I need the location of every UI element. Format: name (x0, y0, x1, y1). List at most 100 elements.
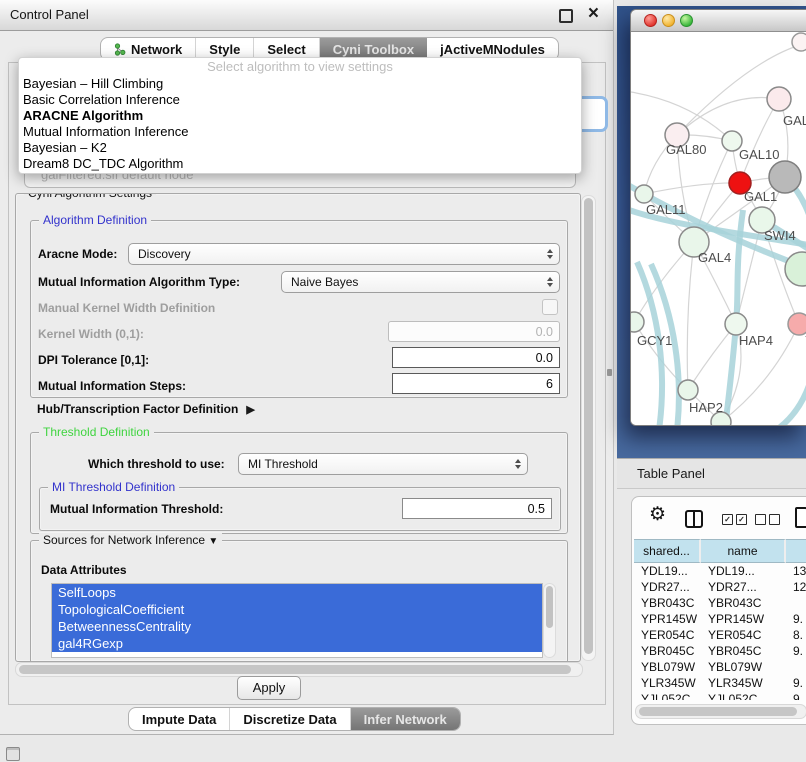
network-node[interactable] (792, 33, 806, 51)
table-row[interactable]: YDL19...YDL19...13 (634, 563, 806, 579)
panel-splitter-handle[interactable] (607, 369, 612, 376)
network-node[interactable] (631, 312, 644, 332)
algorithm-definition-group: Algorithm Definition Aracne Mode: Discov… (30, 220, 568, 398)
scrollbar-thumb[interactable] (19, 665, 571, 674)
aracne-mode-combo[interactable]: Discovery (128, 243, 560, 265)
gear-icon[interactable]: ⚙ (649, 503, 666, 526)
tab-label: Style (209, 42, 240, 57)
table-cell: 9. (786, 611, 806, 627)
manual-kernel-width-checkbox[interactable] (542, 299, 558, 315)
mi-steps-label: Mutual Information Steps: (38, 379, 186, 393)
network-node[interactable] (785, 252, 806, 286)
column-header-a[interactable]: A (786, 539, 806, 563)
unchecked-checkbox-icon[interactable] (755, 514, 766, 525)
tab-impute-data[interactable]: Impute Data (129, 708, 230, 730)
zoom-window-icon[interactable] (680, 14, 693, 27)
tab-label: Select (267, 42, 305, 57)
apply-button[interactable]: Apply (237, 676, 301, 700)
table-row[interactable]: YBR043CYBR043C (634, 595, 806, 611)
attribute-item-gal4rgexp[interactable]: gal4RGexp (52, 635, 542, 652)
table-cell: YBR045C (701, 643, 786, 659)
table-row[interactable]: YPR145WYPR145W9. (634, 611, 806, 627)
table-cell: 13 (786, 563, 806, 579)
sources-group: Sources for Network Inference ▼ Data Att… (30, 540, 568, 662)
algorithm-item-dream8-dc-tdc-algorithm[interactable]: Dream8 DC_TDC Algorithm (19, 156, 581, 172)
aracne-mode-label: Aracne Mode: (38, 247, 117, 261)
popup-placeholder: Select algorithm to view settings (19, 58, 581, 76)
mi-algorithm-type-value: Naive Bayes (291, 275, 358, 289)
attribute-item-topologicalcoefficient[interactable]: TopologicalCoefficient (52, 601, 542, 618)
network-node[interactable] (678, 380, 698, 400)
scrollbar-thumb[interactable] (639, 707, 797, 716)
algorithm-item-bayesian-k2[interactable]: Bayesian – K2 (19, 140, 581, 156)
table-header-row: shared...nameA (634, 539, 806, 563)
table-row[interactable]: YBL079WYBL079W (634, 659, 806, 675)
table-cell: YLR345W (634, 675, 701, 691)
settings-hscrollbar[interactable] (15, 662, 583, 677)
mi-threshold-definition-group: MI Threshold Definition Mutual Informati… (39, 487, 561, 531)
mi-algorithm-type-combo[interactable]: Naive Bayes (281, 271, 560, 293)
table-row[interactable]: YJL052CYJL052C9. (634, 691, 806, 700)
unchecked-checkbox-icon[interactable] (769, 514, 780, 525)
data-attributes-list[interactable]: SelfLoopsTopologicalCoefficientBetweenne… (51, 583, 543, 658)
minimize-window-icon[interactable] (662, 14, 675, 27)
dpi-tolerance-field[interactable]: 0.0 (392, 347, 560, 368)
cyni-bottom-tabs: Impute DataDiscretize DataInfer Network (128, 707, 461, 731)
close-panel-icon[interactable]: × (588, 3, 599, 25)
algorithm-item-mutual-information-inference[interactable]: Mutual Information Inference (19, 124, 581, 140)
algorithm-definition-legend: Algorithm Definition (39, 213, 151, 227)
table-cell: YPR145W (634, 611, 701, 627)
screen: Control Panel × NetworkStyleSelectCyni T… (0, 0, 806, 762)
hub-definition-toggle[interactable]: Hub/Transcription Factor Definition▶ (37, 402, 255, 416)
algorithm-item-basic-correlation-inference[interactable]: Basic Correlation Inference (19, 92, 581, 108)
checked-checkbox-icon[interactable]: ✓ (736, 514, 747, 525)
mi-steps-field[interactable]: 6 (392, 373, 560, 394)
network-canvas[interactable]: GALGAL80GAL10GAL11GAL1SWI4GAL4GCY1HAP4YH… (631, 32, 806, 425)
table-row[interactable]: YLR345WYLR345W9. (634, 675, 806, 691)
checked-checkbox-icon[interactable]: ✓ (722, 514, 733, 525)
algorithm-item-aracne-algorithm[interactable]: ARACNE Algorithm (19, 108, 581, 124)
table-cell: YDL19... (634, 563, 701, 579)
table-row[interactable]: YER054CYER054C8. (634, 627, 806, 643)
mi-threshold-field[interactable]: 0.5 (402, 498, 552, 519)
algorithm-item-bayesian-hill-climbing[interactable]: Bayesian – Hill Climbing (19, 76, 581, 92)
which-threshold-combo[interactable]: MI Threshold (238, 453, 528, 475)
table-panel: ⚙ ✓ ✓ shared...nameA YDL19...YDL19...13Y… (631, 496, 806, 725)
scrollbar-thumb[interactable] (584, 198, 593, 654)
network-node[interactable] (635, 185, 653, 203)
minimized-panel-icon[interactable] (6, 747, 20, 761)
columns-icon[interactable] (685, 510, 703, 528)
node-label-gcy1: GCY1 (637, 333, 672, 348)
node-label-hap4: HAP4 (739, 333, 773, 348)
table-cell: 9. (786, 643, 806, 659)
table-cell: 12 (786, 579, 806, 595)
attribute-item-betweennesscentrality[interactable]: BetweennessCentrality (52, 618, 542, 635)
table-cell: YBR043C (701, 595, 786, 611)
table-hscrollbar[interactable] (635, 704, 806, 719)
network-desktop: GALGAL80GAL10GAL11GAL1SWI4GAL4GCY1HAP4YH… (617, 6, 806, 458)
node-label-gal80: GAL80 (666, 142, 706, 157)
sources-legend[interactable]: Sources for Network Inference ▼ (39, 533, 222, 547)
attribute-item-selfloops[interactable]: SelfLoops (52, 584, 542, 601)
attributes-list-scrollbar[interactable] (543, 583, 556, 658)
network-node[interactable] (725, 313, 747, 335)
settings-scrollbar[interactable] (581, 195, 596, 661)
float-panel-icon[interactable] (559, 9, 573, 23)
tab-discretize-data[interactable]: Discretize Data (230, 708, 350, 730)
file-icon[interactable] (795, 507, 806, 528)
tab-label: Network (131, 42, 182, 57)
kernel-width-field[interactable]: 0.0 (388, 321, 560, 342)
column-header-shared[interactable]: shared... (634, 539, 701, 563)
scrollbar-thumb[interactable] (546, 586, 553, 628)
table-cell: YBR045C (634, 643, 701, 659)
table-row[interactable]: YDR27...YDR27...12 (634, 579, 806, 595)
tab-infer-network[interactable]: Infer Network (351, 708, 460, 730)
table-cell: YER054C (701, 627, 786, 643)
table-row[interactable]: YBR045CYBR045C9. (634, 643, 806, 659)
network-node[interactable] (788, 313, 806, 335)
column-header-name[interactable]: name (701, 539, 786, 563)
collapse-arrow-icon: ▼ (208, 536, 218, 547)
network-node[interactable] (767, 87, 791, 111)
mi-threshold-label: Mutual Information Threshold: (50, 502, 223, 516)
close-window-icon[interactable] (644, 14, 657, 27)
